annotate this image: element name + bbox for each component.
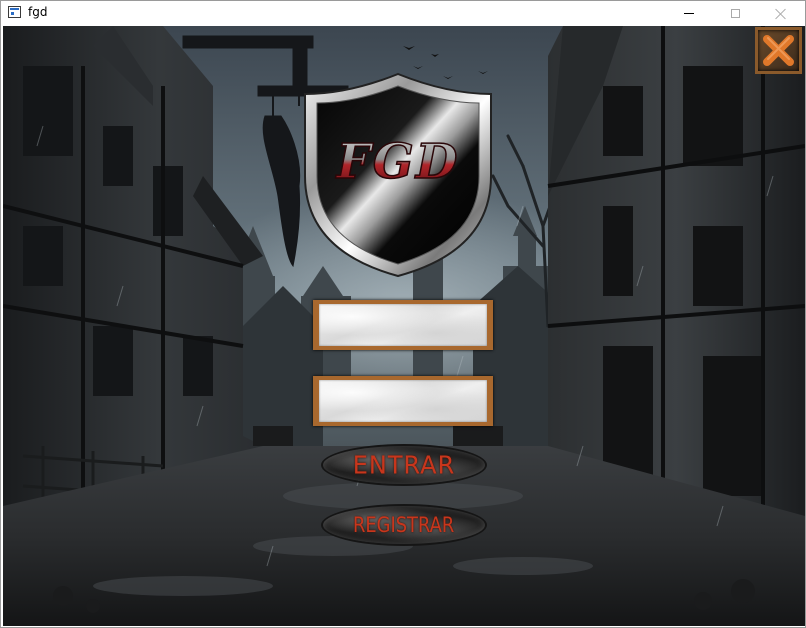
- corner-close-x-icon: [763, 35, 794, 66]
- game-canvas: FGD ENTRAR REGISTRAR: [3, 26, 805, 626]
- entrar-button[interactable]: ENTRAR: [323, 446, 485, 484]
- window-title: fgd: [28, 5, 48, 19]
- title-bar: fgd: [1, 1, 805, 26]
- window-app-icon: [8, 6, 21, 18]
- app-window: fgd FGD ENTRAR REGISTRAR: [0, 0, 806, 628]
- password-input[interactable]: [313, 376, 493, 426]
- registrar-button-label: REGISTRAR: [353, 513, 455, 537]
- corner-close-button[interactable]: [755, 27, 802, 74]
- minimize-button[interactable]: [666, 1, 712, 26]
- minimize-icon: [684, 13, 694, 14]
- entrar-button-label: ENTRAR: [352, 450, 456, 480]
- close-icon: [775, 8, 787, 20]
- shield-logo-text: FGD: [335, 134, 460, 190]
- username-input[interactable]: [313, 300, 493, 350]
- maximize-button[interactable]: [712, 1, 758, 26]
- close-button[interactable]: [758, 1, 804, 26]
- registrar-button[interactable]: REGISTRAR: [323, 506, 485, 544]
- maximize-icon: [730, 9, 740, 18]
